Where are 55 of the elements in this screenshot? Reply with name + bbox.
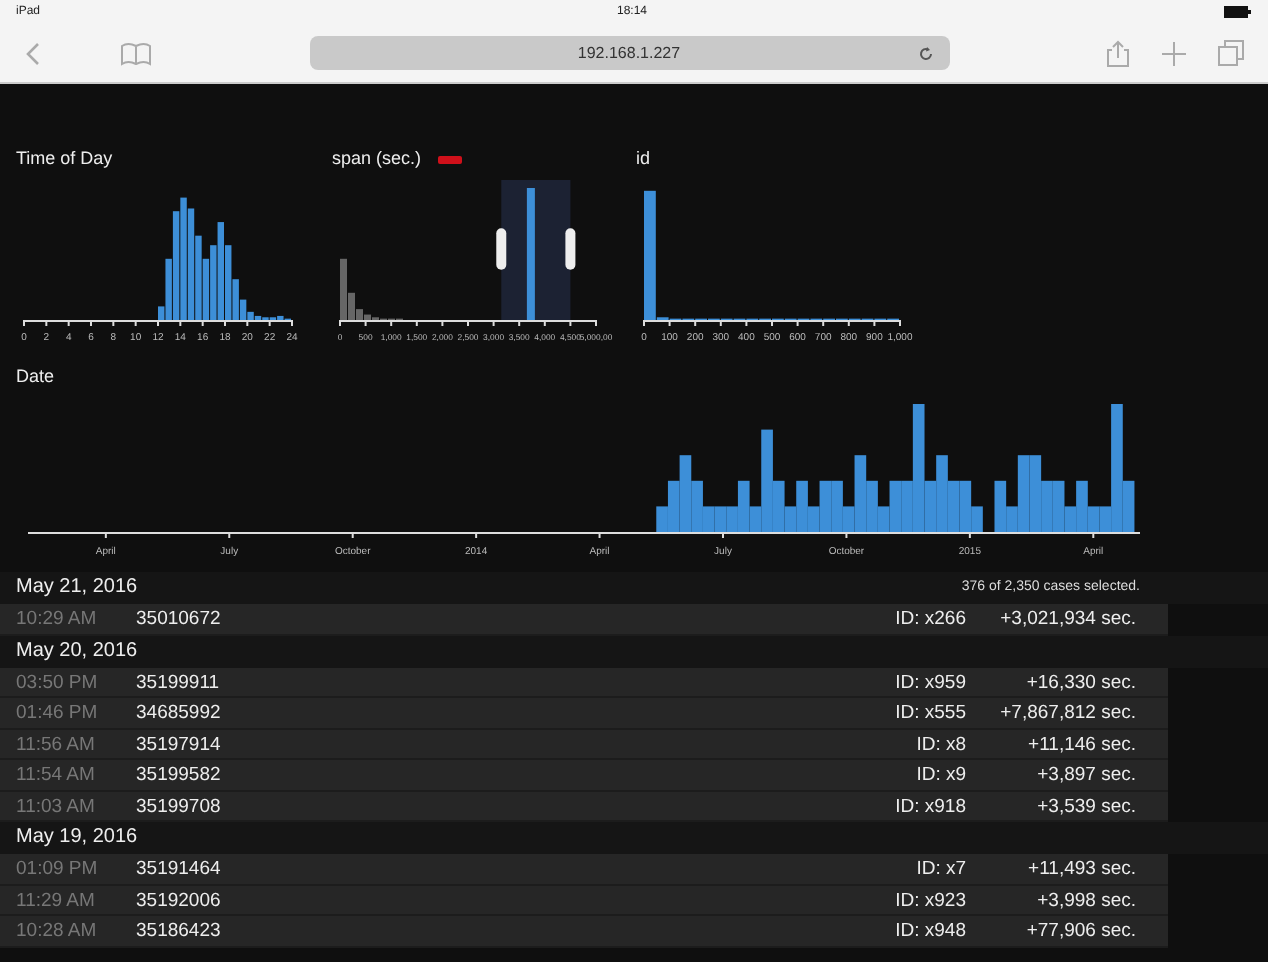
chart-title: Date: [16, 366, 55, 386]
span-text: +16,330 sec.: [1024, 669, 1136, 696]
battery-icon: [1224, 6, 1252, 18]
id-text: ID: x918: [893, 793, 966, 820]
id-text: ID: x959: [893, 669, 966, 696]
case-number: 35199911: [136, 669, 222, 696]
id-text: ID: x266: [893, 606, 966, 633]
date-heading: May 20, 2016: [16, 637, 138, 665]
id-text: ID: x8: [914, 731, 966, 758]
span-text: +7,867,812 sec.: [998, 700, 1136, 727]
span-text: +11,146 sec.: [1026, 731, 1136, 758]
histogram-bar: [526, 188, 535, 320]
span-text: +3,021,934 sec.: [998, 606, 1136, 633]
time-text: 01:09 PM: [16, 856, 100, 883]
span-text: +77,906 sec.: [1024, 918, 1136, 945]
id-text: ID: x9: [914, 762, 966, 789]
span-text: +11,493 sec.: [1026, 856, 1136, 883]
span-text: +3,998 sec.: [1035, 887, 1136, 914]
reset-mark[interactable]: [437, 156, 462, 164]
brush-handle[interactable]: [496, 228, 507, 270]
time-text: 11:54 AM: [16, 762, 97, 789]
id-text: ID: x555: [893, 700, 966, 727]
span-text: +3,539 sec.: [1035, 793, 1136, 820]
case-number: 35199582: [136, 762, 223, 789]
chart-title: id: [636, 146, 651, 173]
date-heading: May 21, 2016: [16, 574, 138, 602]
time-text: 10:29 AM: [16, 606, 99, 633]
id-text: ID: x7: [914, 856, 966, 883]
time-text: 11:29 AM: [16, 887, 97, 914]
time-text: 10:28 AM: [16, 918, 99, 945]
plus-icon[interactable]: [1162, 41, 1186, 65]
book-icon[interactable]: [120, 41, 152, 65]
chart-title: span (sec.): [332, 146, 422, 173]
time-text: 01:46 PM: [16, 700, 100, 727]
span-text: +3,897 sec.: [1035, 762, 1136, 789]
id-text: ID: x923: [893, 887, 966, 914]
time-text: 11:56 AM: [16, 731, 97, 758]
id-text: ID: x948: [893, 918, 966, 945]
date-heading: May 19, 2016: [16, 824, 138, 852]
time-text: 11:03 AM: [16, 793, 97, 820]
brush-handle[interactable]: [565, 228, 576, 270]
case-number: 34685992: [136, 700, 223, 727]
chart-title: Time of Day: [16, 146, 113, 173]
case-number: 35010672: [136, 606, 223, 633]
tabs-icon[interactable]: [1218, 40, 1244, 66]
case-number: 35191464: [136, 856, 223, 883]
case-number: 35199708: [136, 793, 223, 820]
address-field[interactable]: 192.168.1.227: [309, 36, 949, 70]
share-icon[interactable]: [1106, 39, 1130, 67]
case-number: 35197914: [136, 731, 223, 758]
back-icon[interactable]: [24, 41, 40, 65]
case-number: 35186423: [136, 918, 223, 945]
case-number: 35192006: [136, 887, 223, 914]
time-text: 03:50 PM: [16, 669, 100, 696]
reload-icon[interactable]: [917, 45, 933, 61]
